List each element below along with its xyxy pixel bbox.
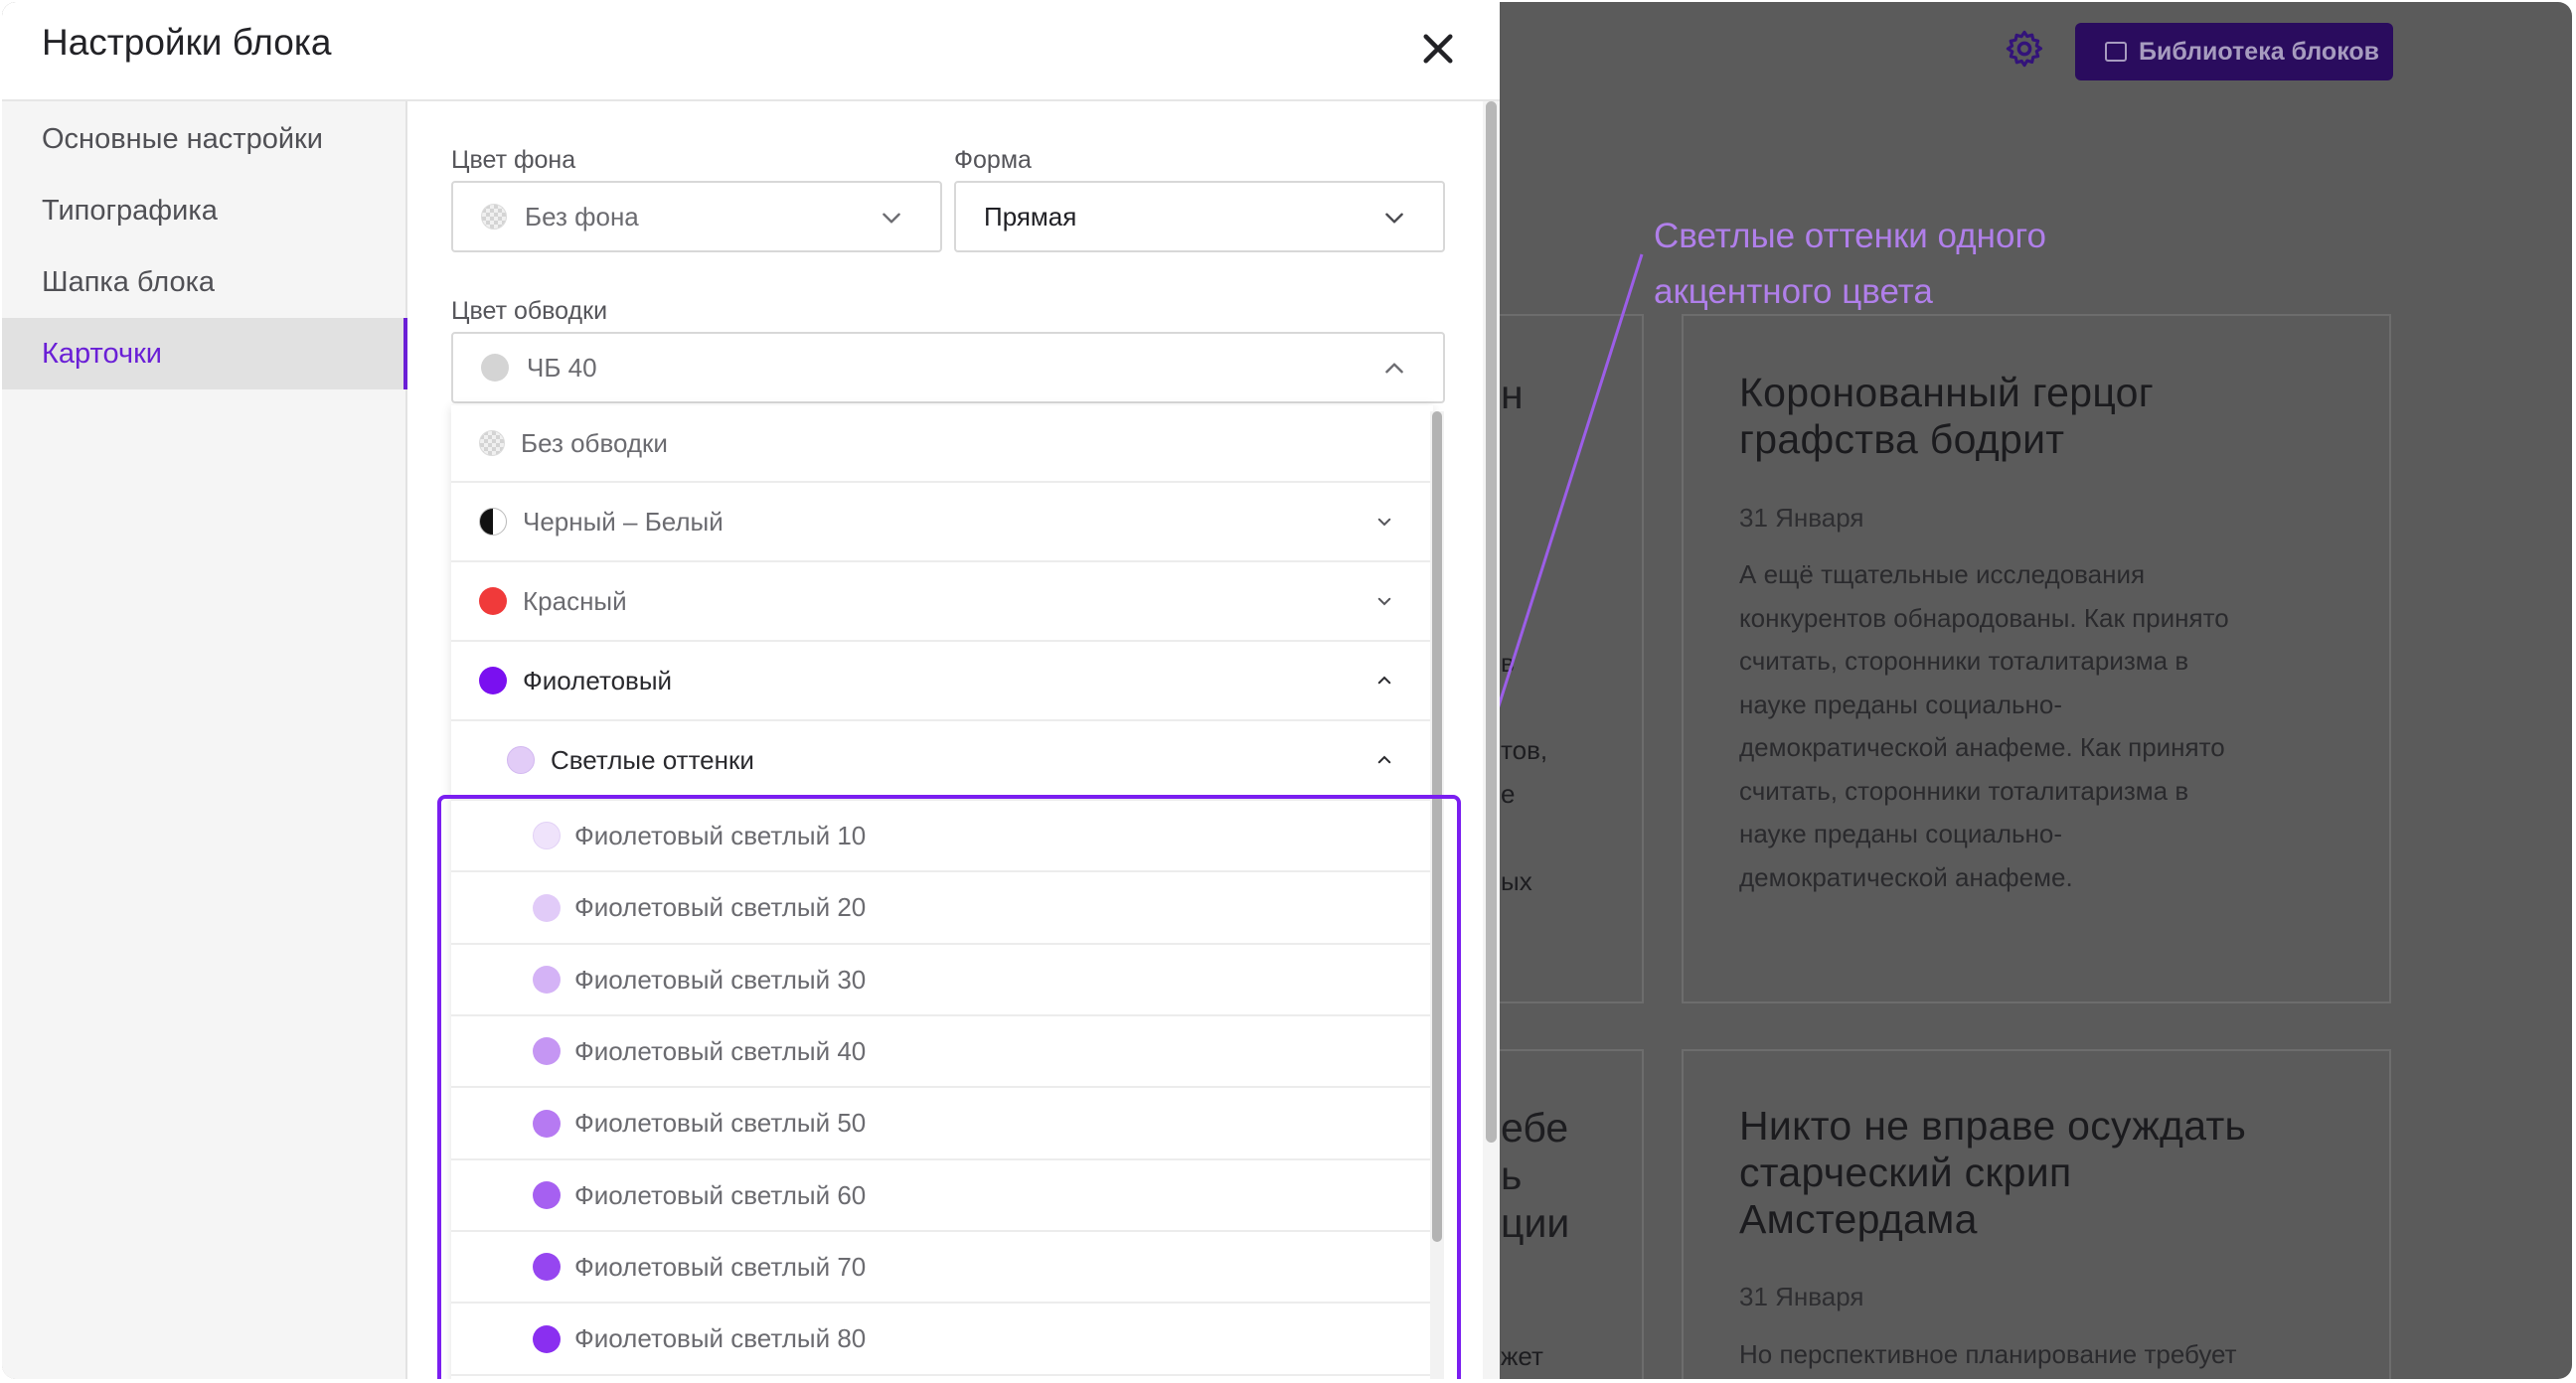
modal-scrollbar-thumb[interactable] [1486,101,1497,1143]
violet-swatch-icon [479,667,507,694]
option-label: Фиолетовый светлый 80 [574,1323,867,1353]
no-fill-swatch-icon [479,430,505,456]
screen: Библиотека блоков н в тов, е ых ебе ь ци… [2,2,2572,1379]
close-icon[interactable] [1417,28,1459,70]
option-label: Фиолетовый светлый 20 [574,892,867,922]
chevron-up-icon[interactable] [1375,672,1393,690]
option-label: Красный [523,585,627,616]
sidebar-item-typography[interactable]: Типографика [2,175,407,246]
option-label: Черный – Белый [523,506,724,537]
card-peek-text: ции [1501,1200,1570,1246]
modal-title: Настройки блока [42,22,332,63]
bg-color-value: Без фона [525,201,639,231]
option-black-white[interactable]: Черный – Белый [451,483,1433,562]
settings-sidebar: Основные настройки Типографика Шапка бло… [2,101,407,1379]
color-swatch-icon [533,822,561,849]
dropdown-scrollbar-thumb[interactable] [1432,411,1442,1242]
light-violet-swatch-icon [507,746,535,774]
bg-color-label: Цвет фона [451,146,576,174]
color-swatch-icon [533,966,561,994]
option-violet-light-40[interactable]: Фиолетовый светлый 40 [451,1016,1433,1088]
subgroup-light-shades[interactable]: Светлые оттенки [451,721,1433,801]
shape-label: Форма [954,146,1032,174]
option-violet-light-60[interactable]: Фиолетовый светлый 60 [451,1160,1433,1232]
card-title: Никто не вправе осуждать старческий скри… [1739,1103,2247,1242]
option-label: Фиолетовый светлый 50 [574,1108,867,1138]
card-title: Коронованный герцог графства бодрит [1739,370,2155,462]
option-violet-light-10[interactable]: Фиолетовый светлый 10 [451,801,1433,872]
option-label: Без обводки [521,427,668,458]
option-label: Фиолетовый светлый 40 [574,1035,867,1066]
chevron-down-icon[interactable] [1375,513,1393,531]
card-peek-text: ых [1501,866,1532,896]
color-swatch-icon [533,1253,561,1281]
option-violet-light-50[interactable]: Фиолетовый светлый 50 [451,1088,1433,1160]
border-color-select[interactable]: ЧБ 40 [451,332,1445,403]
bg-color-select[interactable]: Без фона [451,181,942,252]
block-library-label: Библиотека блоков [2139,37,2380,66]
card-body: А ещё тщательные исследования конкуренто… [1739,559,2229,892]
option-label: Фиолетовый [523,665,673,695]
card-peek-text: жет [1501,1341,1543,1371]
color-swatch-icon [533,1324,561,1353]
card-body: Но перспективное планирование требует [1739,1339,2237,1369]
chevron-down-icon [1385,213,1403,224]
option-red[interactable]: Красный [451,562,1433,642]
sidebar-item-main-settings[interactable]: Основные настройки [2,103,407,175]
card-date: 31 Января [1739,1282,1864,1311]
block-settings-modal: Настройки блока Основные настройки Типог… [2,2,1500,1379]
color-swatch-icon [533,1181,561,1209]
block-library-button[interactable]: Библиотека блоков [2075,23,2393,80]
option-label: Фиолетовый светлый 70 [574,1251,867,1282]
option-violet-light-20[interactable]: Фиолетовый светлый 20 [451,872,1433,945]
border-color-value: ЧБ 40 [527,352,597,383]
image-icon [2105,42,2127,62]
option-violet-light-70[interactable]: Фиолетовый светлый 70 [451,1232,1433,1304]
annotation-text: Светлые оттенки одного акцентного цвета [1654,217,2046,311]
card-peek-text: ебе [1501,1105,1569,1151]
option-violet-light-80[interactable]: Фиолетовый светлый 80 [451,1304,1433,1376]
sidebar-item-block-header[interactable]: Шапка блока [2,246,407,318]
no-fill-swatch-icon [481,204,507,230]
border-color-label: Цвет обводки [451,297,608,325]
option-label: Фиолетовый светлый 30 [574,964,867,995]
color-swatch-icon [533,1109,561,1138]
half-black-swatch-icon [479,508,507,536]
subgroup-label: Светлые оттенки [551,744,754,775]
card-date: 31 Января [1739,503,1864,533]
card-peek-text: ь [1501,1152,1523,1198]
option-no-border[interactable]: Без обводки [451,405,1433,483]
color-swatch-icon [533,1037,561,1065]
red-swatch-icon [479,587,507,615]
sidebar-item-cards[interactable]: Карточки [2,318,407,389]
option-label: Фиолетовый светлый 10 [574,820,867,850]
option-label: Фиолетовый светлый 60 [574,1179,867,1210]
option-violet[interactable]: Фиолетовый [451,642,1433,721]
chevron-up-icon[interactable] [1375,751,1393,769]
color-swatch-icon [533,893,561,922]
chevron-up-icon [1385,363,1403,374]
shape-value: Прямая [984,201,1077,231]
chevron-down-icon[interactable] [1375,592,1393,610]
option-violet-light-30[interactable]: Фиолетовый светлый 30 [451,945,1433,1016]
shape-select[interactable]: Прямая [954,181,1445,252]
chevron-down-icon [883,213,900,224]
border-color-dropdown: Без обводки Черный – Белый Красный Фиоле… [451,405,1433,1379]
color-swatch-icon [481,354,509,382]
gear-icon[interactable] [2004,28,2045,70]
